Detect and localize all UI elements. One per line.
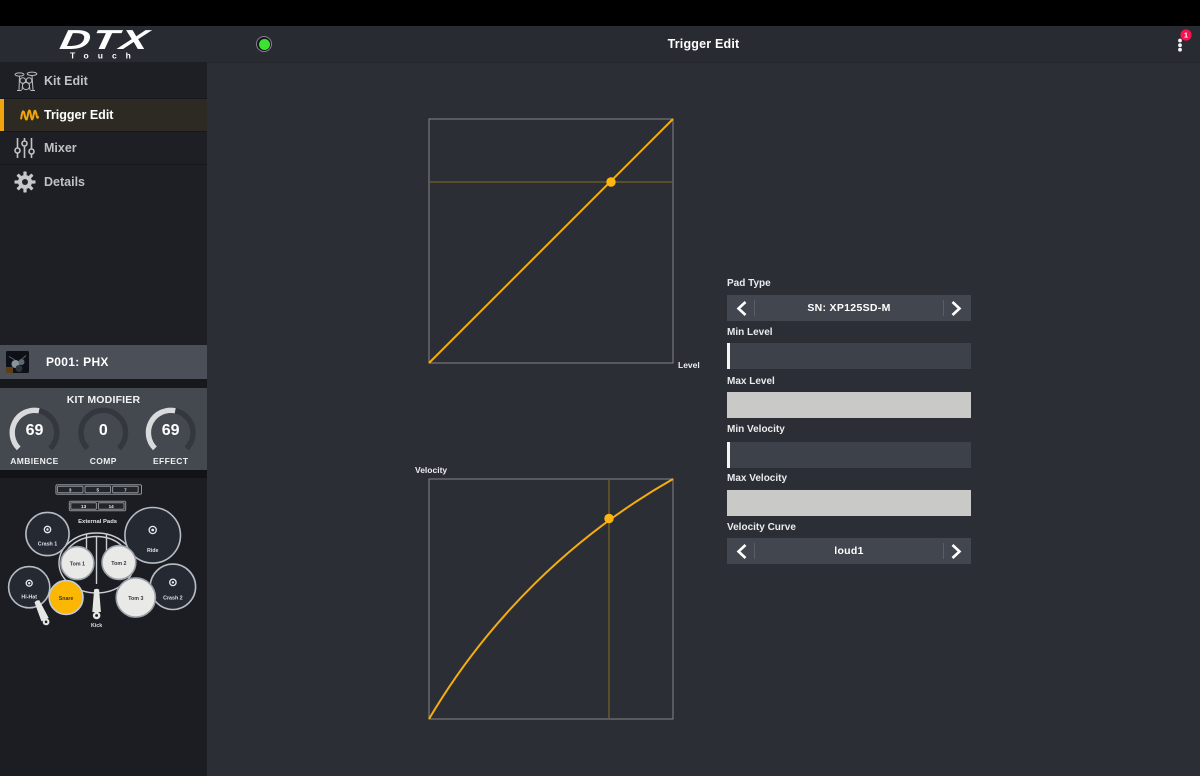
svg-text:Tom 2: Tom 2 [111,561,126,567]
svg-text:1: 1 [1184,31,1188,40]
svg-text:Kick: Kick [91,623,102,629]
svg-text:Tom 3: Tom 3 [128,596,143,602]
svg-text:Snare: Snare [59,596,74,602]
svg-text:Touch: Touch [70,51,140,61]
svg-text:Crash 2: Crash 2 [163,596,182,602]
svg-text:External Pads: External Pads [78,519,118,525]
svg-text:3: 3 [69,488,72,493]
svg-text:Ride: Ride [147,548,159,554]
svg-text:7: 7 [124,488,127,493]
svg-text:Hi-Hat: Hi-Hat [21,595,37,601]
svg-text:Crash 1: Crash 1 [38,542,57,548]
svg-text:5: 5 [97,488,100,493]
svg-text:14: 14 [109,504,115,509]
svg-text:13: 13 [81,504,87,509]
svg-text:Tom 1: Tom 1 [70,562,85,568]
